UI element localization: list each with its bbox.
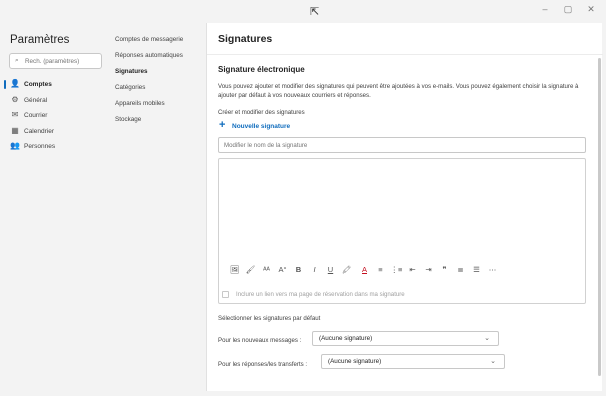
booking-link-label: Inclure un lien vers ma page de réservat… xyxy=(236,291,405,298)
dropdown-value: (Aucune signature) xyxy=(328,358,382,365)
replies-label: Pour les réponses/les transferts : xyxy=(218,361,308,368)
increase-indent-icon[interactable]: ⇥ xyxy=(422,263,435,276)
subnav-item-comptes-messagerie[interactable]: Comptes de messagerie xyxy=(115,36,183,43)
sidebar-item-courrier[interactable]: ✉ Courrier xyxy=(0,108,109,123)
new-messages-label: Pour les nouveaux messages : xyxy=(218,337,302,344)
subnav-item-signatures[interactable]: Signatures xyxy=(115,68,148,75)
new-signature-label: Nouvelle signature xyxy=(232,123,291,130)
signature-name-field[interactable] xyxy=(218,137,586,153)
chevron-down-icon: ⌄ xyxy=(484,335,490,342)
new-messages-signature-dropdown[interactable]: (Aucune signature) ⌄ xyxy=(312,331,499,346)
settings-sidebar: Paramètres ⌕ 👤 Comptes ⚙ Général ✉ Courr… xyxy=(0,23,109,396)
sidebar-item-label: Personnes xyxy=(24,143,56,150)
mouse-cursor-icon: ⇱ xyxy=(310,6,320,18)
numbering-icon[interactable]: ⋮≡ xyxy=(390,263,403,276)
sidebar-item-comptes[interactable]: 👤 Comptes xyxy=(0,77,109,92)
plus-icon: + xyxy=(219,119,226,131)
highlight-icon[interactable]: 🖍 xyxy=(340,263,353,276)
person-icon: 👤 xyxy=(10,79,20,88)
bold-icon[interactable]: B xyxy=(292,263,305,276)
underline-icon[interactable]: U xyxy=(324,263,337,276)
sidebar-item-label: Général xyxy=(24,97,48,104)
grow-font-icon[interactable]: A° xyxy=(276,263,289,276)
subnav-item-stockage[interactable]: Stockage xyxy=(115,116,141,123)
content-scrollbar[interactable] xyxy=(598,58,601,376)
maximize-button[interactable]: ▢ xyxy=(559,4,577,15)
subnav-item-categories[interactable]: Catégories xyxy=(115,84,145,91)
font-color-icon[interactable]: A xyxy=(358,263,371,276)
page-title: Signatures xyxy=(218,33,273,45)
chevron-down-icon: ⌄ xyxy=(490,358,496,365)
section-description: Vous pouvez ajouter et modifier des sign… xyxy=(218,83,579,99)
title-bar: ⇱ – ▢ ✕ xyxy=(0,0,606,23)
more-options-icon[interactable]: ⋯ xyxy=(486,263,499,276)
sidebar-item-label: Comptes xyxy=(24,81,52,88)
create-signatures-label: Créer et modifier des signatures xyxy=(218,109,305,116)
settings-search-input[interactable] xyxy=(25,55,99,67)
search-icon: ⌕ xyxy=(15,57,19,64)
sidebar-item-label: Courrier xyxy=(24,112,48,119)
signature-name-input[interactable] xyxy=(224,140,574,151)
close-button[interactable]: ✕ xyxy=(582,4,600,15)
people-icon: 👥 xyxy=(10,141,20,150)
sidebar-item-personnes[interactable]: 👥 Personnes xyxy=(0,139,109,154)
booking-link-checkbox[interactable] xyxy=(222,291,229,298)
calendar-icon: ▦ xyxy=(11,126,19,135)
sidebar-item-label: Calendrier xyxy=(24,128,54,135)
italic-icon[interactable]: I xyxy=(308,263,321,276)
settings-content-panel: Signatures Signature électronique Vous p… xyxy=(206,23,603,391)
sidebar-item-general[interactable]: ⚙ Général xyxy=(0,93,109,108)
align-center-icon[interactable]: ☰ xyxy=(470,263,483,276)
decrease-indent-icon[interactable]: ⇤ xyxy=(406,263,419,276)
gear-icon: ⚙ xyxy=(11,95,19,104)
quote-icon[interactable]: ❞ xyxy=(438,263,451,276)
bullets-icon[interactable]: ≡ xyxy=(374,263,387,276)
subnav-item-appareils-mobiles[interactable]: Appareils mobiles xyxy=(115,100,165,107)
dropdown-value: (Aucune signature) xyxy=(319,335,373,342)
align-left-icon[interactable]: ≣ xyxy=(454,263,467,276)
header-divider xyxy=(207,54,603,55)
section-title: Signature électronique xyxy=(218,65,305,74)
settings-title: Paramètres xyxy=(10,34,70,46)
minimize-button[interactable]: – xyxy=(536,4,554,14)
signature-editor[interactable]: 🖼 🖌 ᴬᴬ A° B I U 🖍 A ≡ ⋮≡ ⇤ ⇥ ❞ ≣ ☰ ⋯ xyxy=(218,158,586,304)
settings-search-box[interactable]: ⌕ xyxy=(9,53,102,69)
format-painter-icon[interactable]: 🖌 xyxy=(244,263,257,276)
font-size-icon[interactable]: ᴬᴬ xyxy=(260,263,273,276)
sidebar-item-calendrier[interactable]: ▦ Calendrier xyxy=(0,124,109,139)
replies-signature-dropdown[interactable]: (Aucune signature) ⌄ xyxy=(321,354,505,369)
default-signatures-title: Sélectionner les signatures par défaut xyxy=(218,315,321,322)
subnav-item-reponses-automatiques[interactable]: Réponses automatiques xyxy=(115,52,183,59)
active-indicator xyxy=(4,80,6,89)
mail-icon: ✉ xyxy=(11,110,19,119)
image-icon[interactable]: 🖼 xyxy=(228,263,241,276)
settings-subnav: Comptes de messagerie Réponses automatiq… xyxy=(109,23,206,396)
